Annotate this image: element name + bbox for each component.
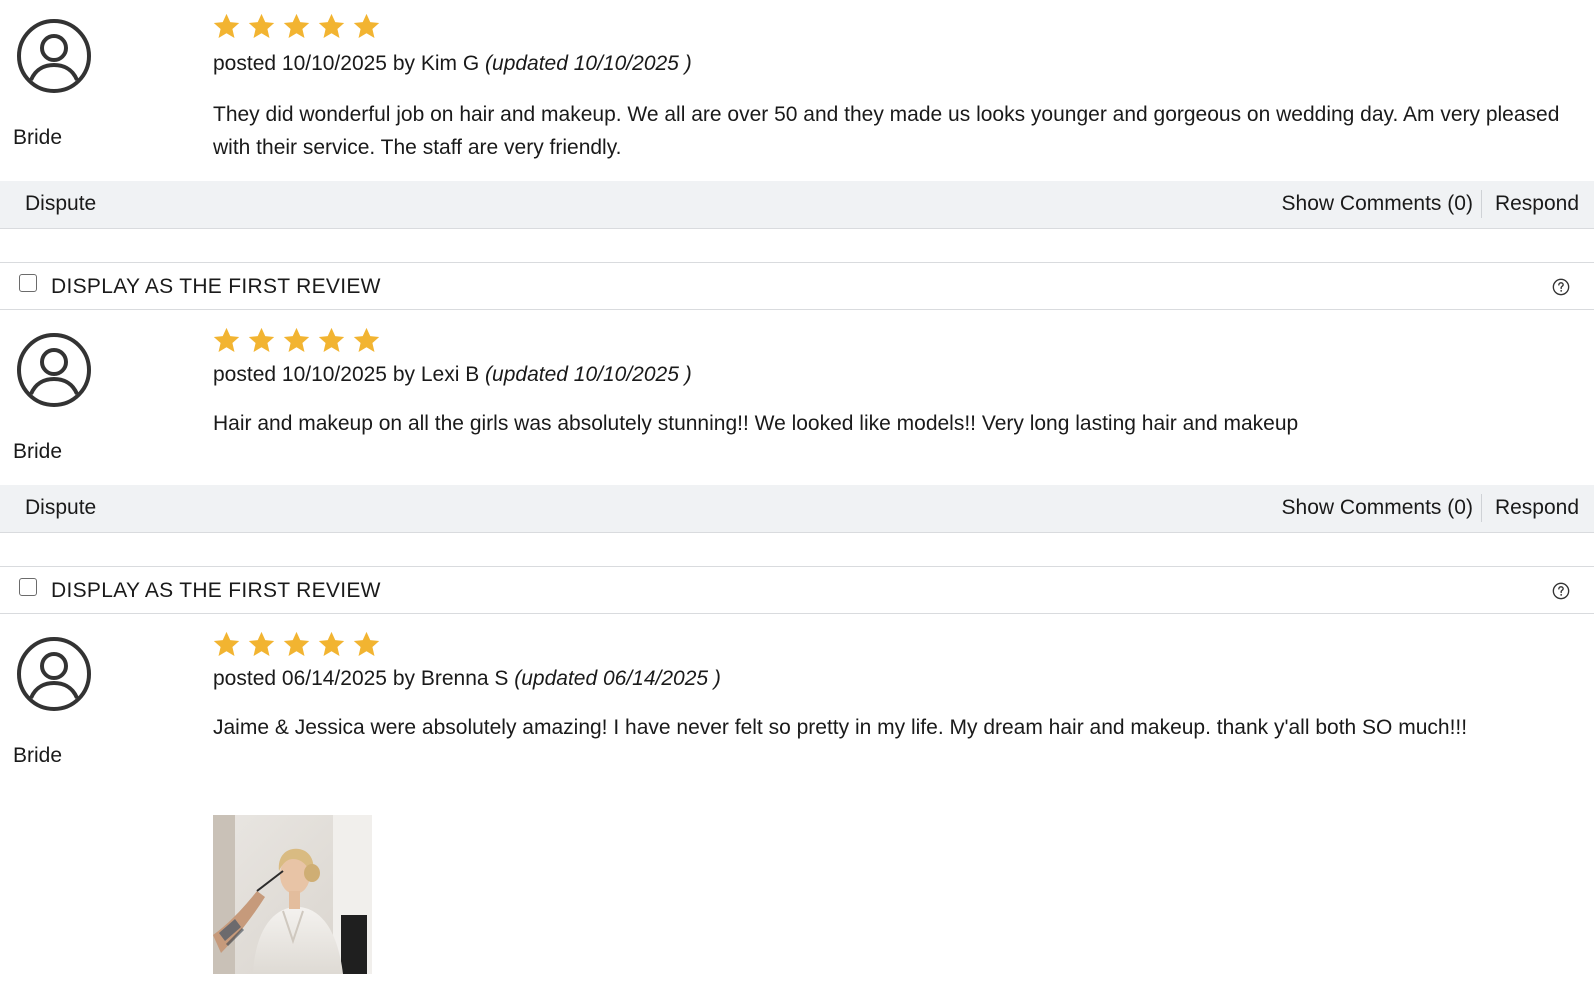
user-avatar-icon <box>17 637 91 711</box>
star-icon <box>248 631 275 656</box>
reviewer-role: Bride <box>13 440 63 463</box>
review-card: Bride posted 10/10/2025 by Kim G (update… <box>0 0 1594 229</box>
review-actions: Dispute Show Comments (0) Respond <box>0 485 1594 533</box>
star-icon <box>318 631 345 656</box>
star-rating <box>212 326 381 356</box>
help-icon[interactable] <box>1552 278 1570 296</box>
review-card: Bride posted 06/14/2025 by Brenna S (upd… <box>0 614 1594 992</box>
updated-date: (updated 10/10/2025 ) <box>485 52 692 75</box>
review-text: They did wonderful job on hair and makeu… <box>213 103 1560 159</box>
star-icon <box>283 13 310 38</box>
review-meta: posted 10/10/2025 by Kim G (updated 10/1… <box>213 52 692 76</box>
reviews-page: Bride posted 10/10/2025 by Kim G (update… <box>0 0 1594 992</box>
display-first-review-checkbox[interactable] <box>19 578 37 596</box>
review-actions: Dispute Show Comments (0) Respond <box>0 181 1594 229</box>
display-first-review-label: DISPLAY AS THE FIRST REVIEW <box>51 579 381 602</box>
bride-makeup-photo-image <box>213 815 372 974</box>
posted-by: posted 10/10/2025 by Lexi B <box>213 363 480 386</box>
review-text: Jaime & Jessica were absolutely amazing!… <box>213 716 1468 739</box>
star-icon <box>213 13 240 38</box>
star-rating <box>212 630 381 660</box>
respond-link[interactable]: Respond <box>1482 192 1579 216</box>
user-avatar-icon <box>17 19 91 93</box>
reviewer-role: Bride <box>13 126 63 149</box>
show-comments-link[interactable]: Show Comments (0) <box>1282 192 1481 216</box>
updated-date: (updated 06/14/2025 ) <box>514 667 721 690</box>
review-action-group: Show Comments (0) Respond <box>1282 494 1579 522</box>
posted-by: posted 10/10/2025 by Kim G <box>213 52 480 75</box>
star-icon <box>213 327 240 352</box>
review-photo[interactable] <box>213 815 372 974</box>
star-icon <box>353 13 380 38</box>
dispute-link[interactable]: Dispute <box>25 192 96 216</box>
star-icon <box>318 13 345 38</box>
star-icon <box>213 631 240 656</box>
display-first-review-bar: DISPLAY AS THE FIRST REVIEW <box>0 566 1594 614</box>
star-icon <box>283 631 310 656</box>
star-icon <box>353 327 380 352</box>
star-icon <box>248 327 275 352</box>
respond-link[interactable]: Respond <box>1482 496 1579 520</box>
star-icon <box>353 631 380 656</box>
posted-by: posted 06/14/2025 by Brenna S <box>213 667 509 690</box>
show-comments-link[interactable]: Show Comments (0) <box>1282 496 1481 520</box>
star-icon <box>283 327 310 352</box>
updated-date: (updated 10/10/2025 ) <box>485 363 692 386</box>
help-icon[interactable] <box>1552 582 1570 600</box>
reviewer-role: Bride <box>13 744 63 767</box>
review-card: Bride posted 10/10/2025 by Lexi B (updat… <box>0 310 1594 536</box>
review-meta: posted 06/14/2025 by Brenna S (updated 0… <box>213 667 721 691</box>
dispute-link[interactable]: Dispute <box>25 496 96 520</box>
star-icon <box>248 13 275 38</box>
star-icon <box>318 327 345 352</box>
display-first-review-bar: DISPLAY AS THE FIRST REVIEW <box>0 262 1594 310</box>
review-action-group: Show Comments (0) Respond <box>1282 190 1579 218</box>
review-text: Hair and makeup on all the girls was abs… <box>213 412 1299 435</box>
display-first-review-label: DISPLAY AS THE FIRST REVIEW <box>51 275 381 298</box>
user-avatar-icon <box>17 333 91 407</box>
display-first-review-checkbox[interactable] <box>19 274 37 292</box>
star-rating <box>212 12 381 42</box>
review-meta: posted 10/10/2025 by Lexi B (updated 10/… <box>213 363 692 387</box>
